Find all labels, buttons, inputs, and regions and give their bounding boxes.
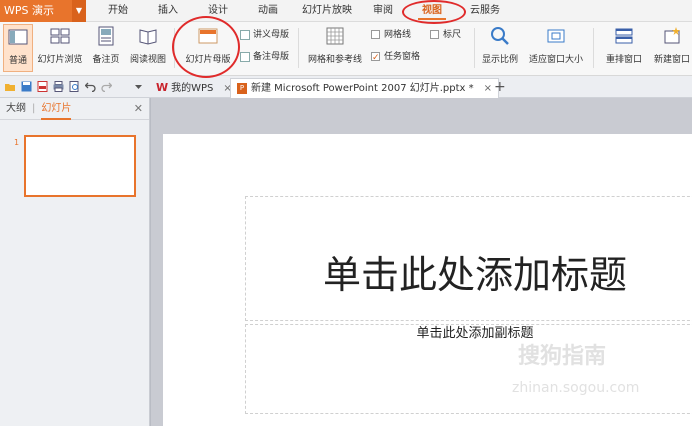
grid-guides-button[interactable]: 网格和参考线	[304, 24, 366, 72]
normal-view-button[interactable]: 普通	[3, 24, 33, 72]
slide-sorter-label: 幻灯片浏览	[37, 55, 83, 65]
zoom-button[interactable]: 显示比例	[478, 24, 522, 72]
reading-view-button[interactable]: 阅读视图	[126, 24, 170, 72]
gridlines-checkbox[interactable]: 网格线	[371, 27, 411, 43]
my-wps-label: 我的WPS	[171, 83, 214, 94]
task-pane-check[interactable]	[371, 50, 380, 66]
task-pane-label: 任务窗格	[384, 52, 421, 62]
app-name: WPS 演示	[4, 4, 54, 17]
tab-outline[interactable]: 大纲	[6, 103, 26, 114]
task-pane-checkbox[interactable]: 任务窗格	[371, 49, 421, 66]
notes-page-button[interactable]: 备注页	[88, 24, 124, 72]
wps-presentation-window: WPS 演示 ▼ 开始 插入 设计 动画 幻灯片放映 审阅 视图 云服务 普通 …	[0, 0, 692, 426]
ribbon-separator	[298, 28, 299, 68]
arrange-window-icon	[615, 28, 633, 44]
tab-animation[interactable]: 动画	[258, 0, 278, 22]
tab-slides[interactable]: 幻灯片	[41, 103, 71, 114]
save-icon[interactable]	[21, 81, 32, 92]
handout-master-button[interactable]: 讲义母版	[240, 27, 289, 43]
ribbon-view: 普通 幻灯片浏览 备注页 阅读视图 幻灯片母版 讲义母版 备注母版 网格和参考线	[0, 22, 692, 76]
pptx-file-icon: P	[237, 82, 247, 94]
menu-bar: WPS 演示 ▼ 开始 插入 设计 动画 幻灯片放映 审阅 视图 云服务	[0, 0, 692, 22]
slide-sorter-button[interactable]: 幻灯片浏览	[34, 24, 86, 72]
fit-window-label: 适应窗口大小	[528, 55, 583, 65]
notes-master-icon	[240, 51, 250, 62]
tab-my-wps[interactable]: W 我的WPS ×	[150, 78, 238, 98]
tab-slideshow[interactable]: 幻灯片放映	[302, 0, 352, 22]
undo-icon[interactable]	[85, 81, 96, 92]
fit-window-icon	[547, 29, 565, 43]
slide-subtitle[interactable]: 单击此处添加副标题	[245, 322, 692, 341]
grid-icon	[326, 27, 344, 45]
notes-master-button[interactable]: 备注母版	[240, 49, 289, 65]
slide-editor: 单击此处添加标题 单击此处添加副标题	[151, 98, 692, 426]
open-folder-icon[interactable]	[5, 81, 16, 92]
gridlines-label: 网格线	[384, 30, 412, 40]
ruler-check[interactable]	[430, 30, 439, 39]
customize-dropdown-icon[interactable]	[133, 81, 144, 92]
close-icon[interactable]: ×	[484, 83, 492, 94]
tab-review[interactable]: 审阅	[373, 0, 393, 22]
tab-insert[interactable]: 插入	[158, 0, 178, 22]
watermark-url: zhinan.sogou.com	[512, 380, 640, 396]
new-window-button[interactable]: 新建窗口	[652, 24, 692, 72]
ribbon-separator	[474, 28, 475, 68]
reading-view-icon	[139, 29, 157, 45]
annotation-circle-view-tab	[402, 0, 466, 24]
new-window-icon	[664, 27, 680, 44]
new-tab-plus-icon[interactable]: +	[494, 78, 506, 96]
redo-icon[interactable]	[101, 81, 112, 92]
notes-page-label: 备注页	[92, 55, 120, 65]
tab-current-document[interactable]: P 新建 Microsoft PowerPoint 2007 幻灯片.pptx *…	[230, 78, 500, 98]
app-menu-button[interactable]: WPS 演示 ▼	[0, 0, 86, 22]
quick-access-bar: W 我的WPS × P 新建 Microsoft PowerPoint 2007 幻灯…	[0, 76, 692, 98]
slide-thumbnail[interactable]	[24, 135, 136, 197]
tab-home[interactable]: 开始	[108, 0, 128, 22]
slide-title[interactable]: 单击此处添加标题	[245, 234, 692, 316]
chevron-down-icon[interactable]: ▼	[72, 0, 86, 22]
fit-window-button[interactable]: 适应窗口大小	[525, 24, 587, 72]
new-window-label: 新建窗口	[653, 55, 690, 65]
slide-panel: 大纲 | 幻灯片 ✕ 1	[0, 98, 150, 426]
ruler-label: 标尺	[443, 30, 462, 40]
slide-sorter-icon	[50, 28, 70, 44]
panel-tabs: 大纲 | 幻灯片 ✕	[0, 98, 149, 120]
arrange-window-button[interactable]: 重排窗口	[598, 24, 650, 72]
watermark-logo: 搜狗指南	[518, 344, 607, 369]
notes-master-label: 备注母版	[253, 52, 290, 62]
close-icon[interactable]: ✕	[134, 98, 143, 120]
ruler-checkbox[interactable]: 标尺	[430, 27, 461, 43]
export-pdf-icon[interactable]	[37, 81, 48, 92]
document-tab-label: 新建 Microsoft PowerPoint 2007 幻灯片.pptx *	[251, 83, 474, 94]
arrange-window-label: 重排窗口	[605, 55, 642, 65]
zoom-label: 显示比例	[481, 55, 518, 65]
tab-cloud-service[interactable]: 云服务	[470, 0, 500, 22]
handout-master-icon	[240, 29, 250, 40]
reading-view-label: 阅读视图	[129, 55, 166, 65]
normal-view-icon	[8, 29, 28, 45]
print-preview-icon[interactable]	[69, 81, 80, 92]
magnifier-icon	[491, 27, 509, 45]
gridlines-check[interactable]	[371, 30, 380, 39]
grid-guides-label: 网格和参考线	[307, 55, 362, 65]
wps-logo-icon: W	[156, 81, 169, 94]
notes-page-icon	[98, 26, 114, 46]
handout-master-label: 讲义母版	[253, 30, 290, 40]
print-icon[interactable]	[53, 81, 64, 92]
slide-number: 1	[14, 138, 20, 147]
tab-divider: |	[32, 103, 36, 114]
ribbon-separator	[593, 28, 594, 68]
annotation-circle-slide-master	[172, 16, 240, 78]
normal-view-label: 普通	[8, 56, 27, 66]
